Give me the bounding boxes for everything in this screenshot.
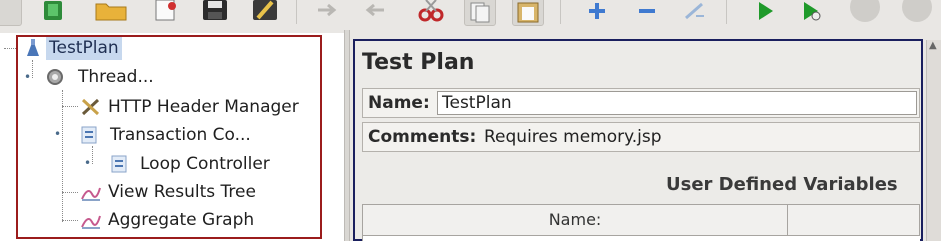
name-label: Name: [368, 93, 430, 113]
copy-icon[interactable] [464, 0, 496, 26]
new-icon[interactable] [0, 0, 22, 26]
vertical-scrollbar[interactable]: ▲ [926, 40, 941, 241]
collapse-icon[interactable] [360, 0, 390, 24]
column-header-name[interactable]: Name: [363, 205, 788, 235]
start-icon[interactable] [750, 0, 780, 24]
toolbar-separator [726, 0, 727, 24]
start-no-pause-icon[interactable] [796, 0, 826, 24]
open-recent-icon[interactable] [150, 0, 180, 24]
expand-icon[interactable] [312, 0, 342, 24]
comments-label: Comments: [368, 127, 477, 147]
variables-table-body[interactable] [362, 236, 920, 241]
user-defined-variables-title: User Defined Variables [666, 174, 898, 195]
save-icon[interactable] [200, 0, 230, 24]
stop-icon[interactable] [850, 0, 880, 22]
paste-icon[interactable] [512, 0, 544, 26]
templates-icon[interactable] [38, 0, 68, 24]
comments-row: Comments: Requires memory.jsp [362, 122, 920, 152]
comments-field[interactable]: Requires memory.jsp [484, 127, 662, 147]
toolbar [0, 0, 941, 30]
variables-table-header: Name: [362, 204, 920, 236]
clear-icon[interactable] [680, 0, 710, 24]
cut-icon[interactable] [416, 0, 446, 24]
remove-icon[interactable] [632, 0, 662, 24]
name-row: Name: TestPlan [362, 88, 920, 118]
name-field[interactable]: TestPlan [437, 91, 917, 115]
open-icon[interactable] [94, 0, 127, 24]
save-as-icon[interactable] [250, 0, 280, 24]
scroll-up-icon[interactable]: ▲ [929, 41, 939, 51]
tree-highlight-frame [16, 35, 322, 239]
toolbar-separator [296, 0, 297, 24]
page-title: Test Plan [362, 50, 475, 75]
add-icon[interactable] [582, 0, 612, 24]
shutdown-icon[interactable] [902, 0, 932, 22]
toolbar-separator [560, 0, 561, 24]
